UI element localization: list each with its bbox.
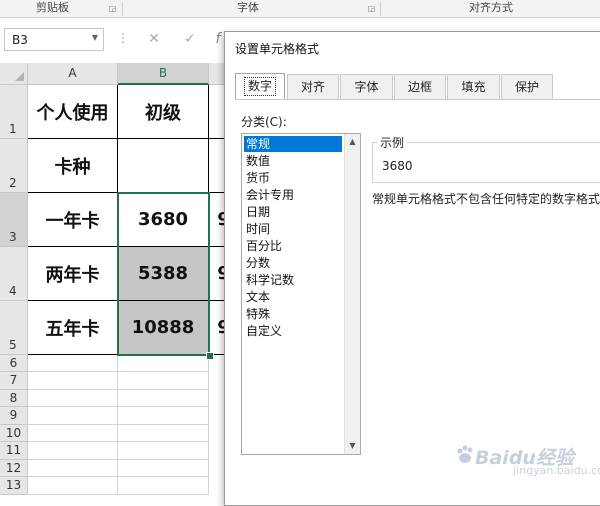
category-item-date[interactable]: 日期: [244, 204, 342, 220]
cancel-formula-icon[interactable]: ✕: [144, 29, 164, 49]
tab-number[interactable]: 数字: [235, 73, 285, 100]
cell-b2[interactable]: [118, 139, 209, 193]
cell-a1[interactable]: 个人使用: [28, 85, 118, 139]
watermark-url: jingyan.baidu.com: [513, 464, 600, 477]
cell-empty[interactable]: [118, 477, 209, 495]
format-cells-dialog: 设置单元格格式 数字 对齐 字体 边框 填充 保护 分类(C): 常规 数值 货…: [224, 31, 600, 506]
row-header-12[interactable]: 12: [0, 460, 28, 477]
category-item-time[interactable]: 时间: [244, 221, 342, 237]
cell-empty[interactable]: [28, 442, 118, 460]
baidu-watermark: Baidu经验 jingyan.baidu.com: [455, 440, 600, 480]
tab-alignment[interactable]: 对齐: [287, 74, 339, 99]
category-item-currency[interactable]: 货币: [244, 170, 342, 186]
ribbon-group-clipboard: 剪贴板: [36, 1, 69, 14]
cell-a3[interactable]: 一年卡: [28, 193, 118, 247]
sample-label: 示例: [377, 134, 408, 151]
row-header-4[interactable]: 4: [0, 247, 28, 301]
spreadsheet-grid: A B 1 2 3 4 5 6 7 8 9 10 11 12 13 个人使用 初…: [0, 63, 230, 500]
column-header-a[interactable]: A: [28, 63, 118, 85]
cell-b5[interactable]: 10888: [118, 301, 209, 355]
category-item-fraction[interactable]: 分数: [244, 255, 342, 271]
category-item-accounting[interactable]: 会计专用: [244, 187, 342, 203]
sample-box: 示例 3680: [372, 134, 600, 183]
cell-empty[interactable]: [28, 372, 118, 390]
cell-a4[interactable]: 两年卡: [28, 247, 118, 301]
row-header-5[interactable]: 5: [0, 301, 28, 355]
scroll-down-icon[interactable]: ▼: [345, 438, 360, 454]
more-icon[interactable]: ⋮: [117, 31, 129, 45]
category-item-number[interactable]: 数值: [244, 153, 342, 169]
cell-empty[interactable]: [28, 390, 118, 407]
cell-empty[interactable]: [28, 477, 118, 495]
cell-empty[interactable]: [118, 390, 209, 407]
cell-empty[interactable]: [118, 425, 209, 442]
dialog-title: 设置单元格格式: [235, 42, 320, 56]
category-label: 分类(C):: [241, 115, 287, 129]
clipboard-launcher-icon[interactable]: ◲: [108, 4, 117, 13]
tab-protection[interactable]: 保护: [501, 74, 553, 99]
cell-a5[interactable]: 五年卡: [28, 301, 118, 355]
cell-empty[interactable]: [118, 442, 209, 460]
category-list-scrollbar[interactable]: ▲ ▼: [344, 134, 360, 454]
cell-b4[interactable]: 5388: [118, 247, 209, 301]
cell-empty[interactable]: [118, 407, 209, 425]
ribbon-group-font: 字体: [237, 1, 259, 14]
category-item-general[interactable]: 常规: [244, 136, 342, 152]
ribbon-group-labels: 剪贴板 ◲ 字体 ◲ 对齐方式: [0, 0, 600, 18]
name-box-value: B3: [12, 33, 28, 47]
enter-formula-icon[interactable]: ✓: [180, 29, 200, 49]
select-all-icon: [15, 72, 24, 81]
row-header-3[interactable]: 3: [0, 193, 28, 247]
cell-empty[interactable]: [28, 425, 118, 442]
cell-b1[interactable]: 初级: [118, 85, 209, 139]
category-item-custom[interactable]: 自定义: [244, 323, 342, 339]
fill-handle[interactable]: [206, 352, 214, 360]
category-list[interactable]: 常规 数值 货币 会计专用 日期 时间 百分比 分数 科学记数 文本 特殊 自定…: [241, 133, 361, 455]
cell-empty[interactable]: [28, 407, 118, 425]
cell-empty[interactable]: [118, 460, 209, 477]
cell-a2[interactable]: 卡种: [28, 139, 118, 193]
column-header-b[interactable]: B: [118, 63, 209, 85]
cell-empty[interactable]: [118, 355, 209, 372]
row-header-2[interactable]: 2: [0, 139, 28, 193]
row-header-7[interactable]: 7: [0, 372, 28, 390]
ribbon-group-alignment: 对齐方式: [469, 1, 513, 14]
scroll-up-icon[interactable]: ▲: [345, 134, 360, 150]
cell-b3[interactable]: 3680: [118, 193, 209, 247]
tab-border[interactable]: 边框: [394, 74, 446, 99]
category-item-percentage[interactable]: 百分比: [244, 238, 342, 254]
chevron-down-icon[interactable]: ▼: [92, 33, 98, 42]
row-header-11[interactable]: 11: [0, 442, 28, 460]
tab-font[interactable]: 字体: [340, 74, 393, 99]
category-item-scientific[interactable]: 科学记数: [244, 272, 342, 288]
category-item-text[interactable]: 文本: [244, 289, 342, 305]
row-header-13[interactable]: 13: [0, 477, 28, 495]
cell-empty[interactable]: [28, 355, 118, 372]
cell-empty[interactable]: [28, 460, 118, 477]
category-item-special[interactable]: 特殊: [244, 306, 342, 322]
paw-logo-icon: [457, 445, 473, 463]
row-header-6[interactable]: 6: [0, 355, 28, 372]
font-launcher-icon[interactable]: ◲: [367, 4, 376, 13]
tab-fill[interactable]: 填充: [447, 74, 500, 99]
row-header-1[interactable]: 1: [0, 85, 28, 139]
row-header-8[interactable]: 8: [0, 390, 28, 407]
format-description: 常规单元格格式不包含任何特定的数字格式。: [372, 192, 600, 206]
sample-value: 3680: [382, 159, 413, 173]
row-header-10[interactable]: 10: [0, 425, 28, 442]
tab-underline: [235, 99, 600, 100]
select-all-corner[interactable]: [0, 63, 28, 85]
name-box[interactable]: B3 ▼: [4, 28, 104, 51]
cell-empty[interactable]: [118, 372, 209, 390]
row-header-9[interactable]: 9: [0, 407, 28, 425]
